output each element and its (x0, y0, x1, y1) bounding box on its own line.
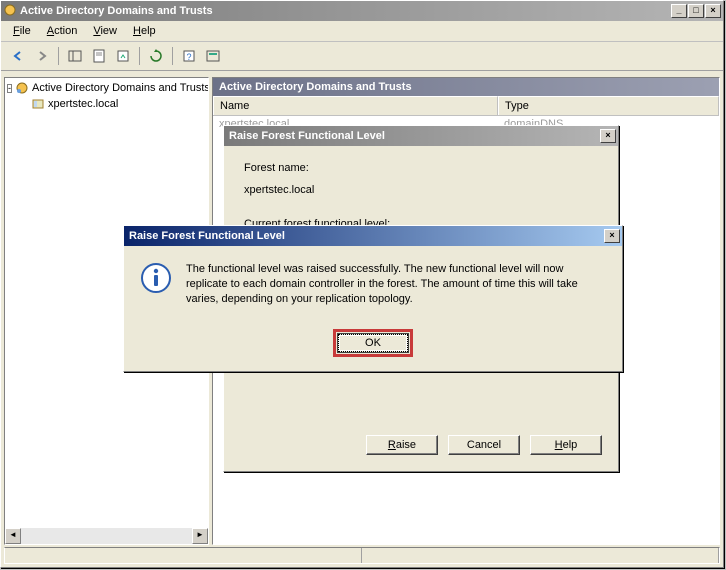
msgbox-close-button[interactable]: × (604, 229, 620, 243)
msgbox-titlebar: Raise Forest Functional Level × (124, 226, 622, 246)
show-hide-tree-button[interactable] (64, 45, 86, 67)
dialog1-titlebar: Raise Forest Functional Level × (224, 126, 618, 146)
main-titlebar: Active Directory Domains and Trusts _ □ … (1, 1, 723, 21)
scroll-track[interactable] (21, 528, 192, 544)
col-name[interactable]: Name (213, 96, 498, 115)
tree-child-label: xpertstec.local (48, 98, 118, 110)
back-button[interactable] (7, 45, 29, 67)
domains-icon (15, 81, 29, 95)
status-cell (362, 548, 719, 563)
svg-text:?: ? (186, 52, 191, 62)
msgbox-title: Raise Forest Functional Level (126, 230, 604, 242)
info-icon (140, 262, 172, 294)
scroll-left-button[interactable]: ◄ (5, 528, 21, 544)
list-header: Active Directory Domains and Trusts (213, 78, 719, 96)
msgbox-body: The functional level was raised successf… (124, 246, 622, 323)
help-button[interactable]: Help (530, 435, 602, 455)
col-type[interactable]: Type (498, 96, 719, 115)
list-columns: Name Type (213, 96, 719, 116)
tree-root-label: Active Directory Domains and Trusts (32, 82, 209, 94)
properties-button[interactable] (88, 45, 110, 67)
statusbar (4, 547, 720, 564)
horizontal-scrollbar[interactable]: ◄ ► (5, 528, 208, 544)
ok-highlight: OK (333, 329, 413, 357)
menu-action[interactable]: Action (39, 23, 86, 39)
msgbox-text: The functional level was raised successf… (186, 262, 606, 307)
tree-root[interactable]: - Active Directory Domains and Trusts (7, 80, 206, 96)
domain-icon (31, 97, 45, 111)
menu-view[interactable]: View (85, 23, 125, 39)
collapse-icon[interactable]: - (7, 84, 12, 93)
menu-file[interactable]: File (5, 23, 39, 39)
toolbar: ? (1, 42, 723, 71)
main-title: Active Directory Domains and Trusts (17, 5, 671, 17)
help-button[interactable]: ? (178, 45, 200, 67)
close-button[interactable]: × (705, 4, 721, 18)
dialog1-title: Raise Forest Functional Level (226, 130, 600, 142)
cancel-button[interactable]: Cancel (448, 435, 520, 455)
menu-help[interactable]: Help (125, 23, 164, 39)
menubar: File Action View Help (1, 21, 723, 42)
refresh-button[interactable] (145, 45, 167, 67)
app-icon (3, 3, 17, 20)
separator (172, 47, 173, 65)
filter-button[interactable] (202, 45, 224, 67)
scroll-right-button[interactable]: ► (192, 528, 208, 544)
forest-name-label: Forest name: (244, 162, 598, 174)
maximize-button[interactable]: □ (688, 4, 704, 18)
forward-button[interactable] (31, 45, 53, 67)
minimize-button[interactable]: _ (671, 4, 687, 18)
dialog1-buttons: Raise Cancel Help (224, 425, 618, 471)
forest-name-value: xpertstec.local (244, 184, 598, 196)
raise-button[interactable]: Raise (366, 435, 438, 455)
separator (58, 47, 59, 65)
status-cell (5, 548, 362, 563)
success-messagebox: Raise Forest Functional Level × The func… (123, 225, 623, 372)
tree-child[interactable]: xpertstec.local (7, 96, 206, 112)
msgbox-button-row: OK (124, 323, 622, 371)
dialog1-close-button[interactable]: × (600, 129, 616, 143)
ok-button[interactable]: OK (338, 334, 408, 352)
separator (139, 47, 140, 65)
export-button[interactable] (112, 45, 134, 67)
